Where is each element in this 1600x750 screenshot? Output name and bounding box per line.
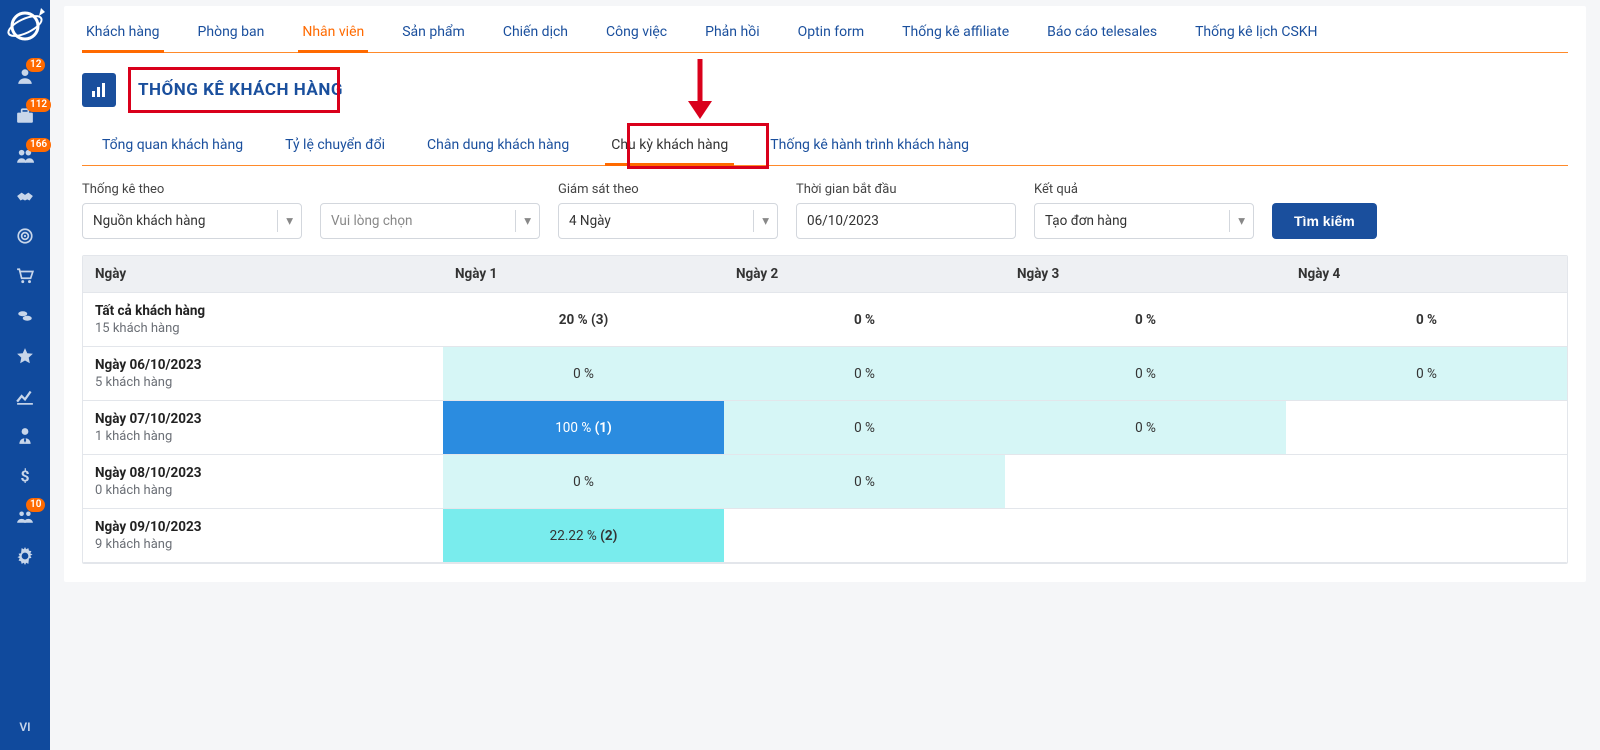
filter-start-date-label: Thời gian bắt đầu bbox=[796, 182, 1016, 197]
coins-icon[interactable] bbox=[0, 296, 50, 336]
subtab-conversion[interactable]: Tỷ lệ chuyển đổi bbox=[279, 129, 391, 165]
cohort-cell bbox=[724, 509, 1005, 563]
cohort-cell bbox=[1005, 509, 1286, 563]
tab-products[interactable]: Sản phẩm bbox=[398, 16, 469, 52]
tab-staff[interactable]: Nhân viên bbox=[298, 16, 368, 52]
col-day-3: Ngày 3 bbox=[1005, 256, 1286, 293]
col-day-2: Ngày 2 bbox=[724, 256, 1005, 293]
cohort-cell: 0 % bbox=[724, 401, 1005, 455]
tab-work[interactable]: Công việc bbox=[602, 16, 671, 52]
cohort-cell: 22.22 % (2) bbox=[443, 509, 724, 563]
filter-monitor-select[interactable]: 4 Ngày ▾ bbox=[558, 203, 778, 239]
tab-affiliate[interactable]: Thống kê affiliate bbox=[898, 16, 1013, 52]
row-header: Tất cả khách hàng15 khách hàng bbox=[83, 293, 443, 347]
table-row: Ngày 09/10/20239 khách hàng22.22 % (2) bbox=[83, 509, 1567, 563]
cohort-cell: 0 % bbox=[724, 347, 1005, 401]
cohort-cell: 0 % bbox=[443, 455, 724, 509]
cohort-cell bbox=[1005, 455, 1286, 509]
gear-icon[interactable] bbox=[0, 536, 50, 576]
left-sidebar: 12 112 166 $10 VI bbox=[0, 0, 50, 750]
cohort-cell bbox=[1286, 401, 1567, 455]
filter-second-label bbox=[320, 182, 540, 197]
users-cog-icon[interactable]: 166 bbox=[0, 136, 50, 176]
filter-start-date-input[interactable]: 06/10/2023 bbox=[796, 203, 1016, 239]
search-button[interactable]: Tìm kiếm bbox=[1272, 203, 1377, 239]
chevron-down-icon: ▾ bbox=[753, 210, 769, 232]
user-icon[interactable]: 12 bbox=[0, 56, 50, 96]
tab-feedback[interactable]: Phản hồi bbox=[701, 16, 763, 52]
secondary-tabs: Tổng quan khách hàng Tỷ lệ chuyển đổi Chân… bbox=[82, 129, 1568, 166]
col-day-1: Ngày 1 bbox=[443, 256, 724, 293]
tab-customers[interactable]: Khách hàng bbox=[82, 16, 164, 52]
cohort-cell: 0 % bbox=[1005, 347, 1286, 401]
cohort-cell: 100 % (1) bbox=[443, 401, 724, 455]
cohort-cell: 0 % bbox=[1286, 347, 1567, 401]
page-title: THỐNG KÊ KHÁCH HÀNG bbox=[128, 74, 353, 106]
row-header: Ngày 08/10/20230 khách hàng bbox=[83, 455, 443, 509]
stats-icon bbox=[82, 73, 116, 107]
star-icon[interactable] bbox=[0, 336, 50, 376]
cohort-cell: 0 % bbox=[724, 455, 1005, 509]
badge: 10 bbox=[26, 498, 45, 512]
page-heading-row: THỐNG KÊ KHÁCH HÀNG bbox=[82, 73, 1568, 107]
cohort-cell bbox=[1286, 455, 1567, 509]
badge: 12 bbox=[26, 58, 45, 72]
tab-optin[interactable]: Optin form bbox=[794, 16, 869, 52]
user-tie-icon[interactable] bbox=[0, 416, 50, 456]
language-switch[interactable]: VI bbox=[19, 720, 30, 750]
table-row: Ngày 08/10/20230 khách hàng0 %0 % bbox=[83, 455, 1567, 509]
app-logo[interactable] bbox=[5, 6, 45, 46]
svg-text:$: $ bbox=[20, 467, 29, 485]
cohort-cell: 0 % bbox=[724, 293, 1005, 347]
col-day-4: Ngày 4 bbox=[1286, 256, 1567, 293]
cohort-cell: 0 % bbox=[1005, 293, 1286, 347]
handshake-icon[interactable] bbox=[0, 176, 50, 216]
primary-tabs: Khách hàng Phòng ban Nhân viên Sản phẩm Chiế… bbox=[82, 6, 1568, 53]
group-badge-icon[interactable]: 10 bbox=[0, 496, 50, 536]
cart-icon[interactable] bbox=[0, 256, 50, 296]
chart-line-icon[interactable] bbox=[0, 376, 50, 416]
main-content: Khách hàng Phòng ban Nhân viên Sản phẩm Chiế… bbox=[50, 0, 1600, 750]
cohort-cell: 0 % bbox=[443, 347, 724, 401]
badge: 112 bbox=[26, 98, 51, 112]
tab-cskh[interactable]: Thống kê lịch CSKH bbox=[1191, 16, 1322, 52]
chevron-down-icon: ▾ bbox=[515, 210, 531, 232]
filter-result-select[interactable]: Tạo đơn hàng ▾ bbox=[1034, 203, 1254, 239]
filter-stat-by-select[interactable]: Nguồn khách hàng ▾ bbox=[82, 203, 302, 239]
tab-campaign[interactable]: Chiến dịch bbox=[499, 16, 572, 52]
filter-second-select[interactable]: Vui lòng chọn ▾ bbox=[320, 203, 540, 239]
table-row: Ngày 06/10/20235 khách hàng0 %0 %0 %0 % bbox=[83, 347, 1567, 401]
row-header: Ngày 07/10/20231 khách hàng bbox=[83, 401, 443, 455]
subtab-overview[interactable]: Tổng quan khách hàng bbox=[96, 129, 249, 165]
row-header: Ngày 09/10/20239 khách hàng bbox=[83, 509, 443, 563]
dollar-icon[interactable]: $ bbox=[0, 456, 50, 496]
chevron-down-icon: ▾ bbox=[277, 210, 293, 232]
cohort-cell: 20 % (3) bbox=[443, 293, 724, 347]
cohort-cell: 0 % bbox=[1286, 293, 1567, 347]
target-icon[interactable] bbox=[0, 216, 50, 256]
subtab-cycle[interactable]: Chu kỳ khách hàng bbox=[605, 129, 734, 165]
chevron-down-icon: ▾ bbox=[1229, 210, 1245, 232]
row-header: Ngày 06/10/20235 khách hàng bbox=[83, 347, 443, 401]
table-row: Tất cả khách hàng15 khách hàng20 % (3)0 … bbox=[83, 293, 1567, 347]
cohort-cell: 0 % bbox=[1005, 401, 1286, 455]
tab-telesales[interactable]: Báo cáo telesales bbox=[1043, 16, 1161, 52]
badge: 166 bbox=[26, 138, 51, 152]
subtab-journey[interactable]: Thống kê hành trình khách hàng bbox=[764, 129, 975, 165]
subtab-profile[interactable]: Chân dung khách hàng bbox=[421, 129, 575, 165]
filter-stat-by-label: Thống kê theo bbox=[82, 182, 302, 197]
table-row: Ngày 07/10/20231 khách hàng100 % (1)0 %0… bbox=[83, 401, 1567, 455]
cohort-cell bbox=[1286, 509, 1567, 563]
cohort-table: NgàyNgày 1Ngày 2Ngày 3Ngày 4 Tất cả khác… bbox=[82, 255, 1568, 564]
tab-department[interactable]: Phòng ban bbox=[194, 16, 269, 52]
col-day: Ngày bbox=[83, 256, 443, 293]
filter-monitor-label: Giám sát theo bbox=[558, 182, 778, 197]
filter-result-label: Kết quả bbox=[1034, 182, 1254, 197]
briefcase-icon[interactable]: 112 bbox=[0, 96, 50, 136]
filter-bar: Thống kê theo Nguồn khách hàng ▾ Vui lòn… bbox=[82, 182, 1568, 239]
